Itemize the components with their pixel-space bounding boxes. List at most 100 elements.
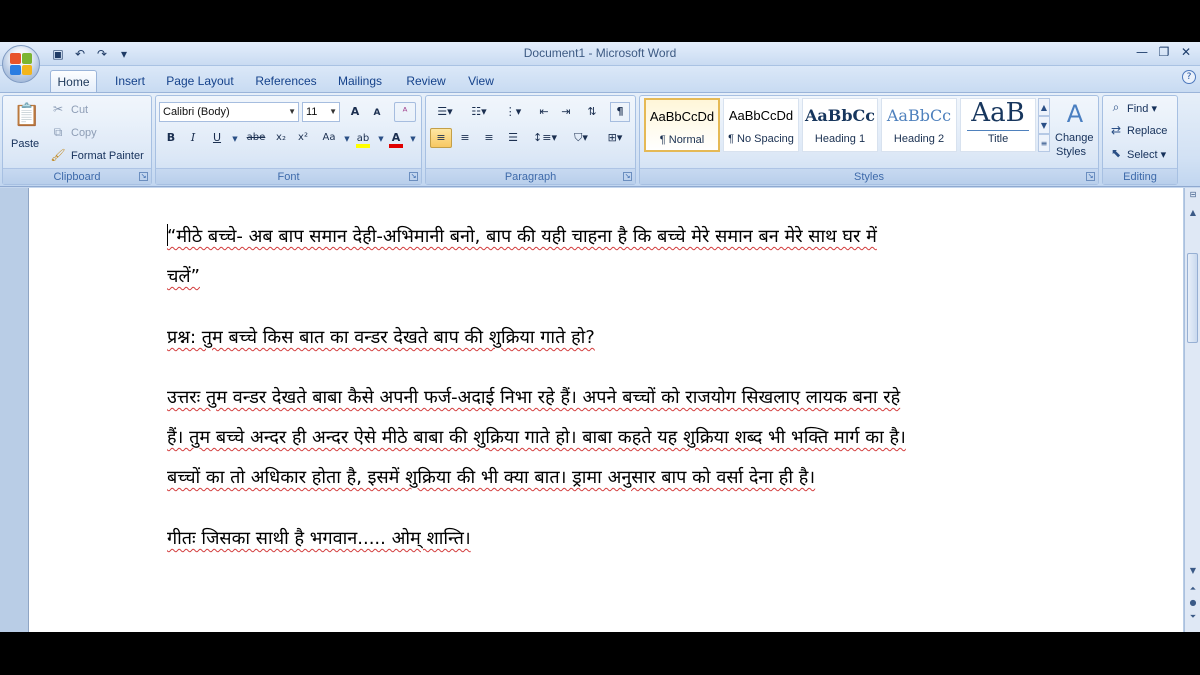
- next-page-icon[interactable]: ⏷: [1185, 612, 1200, 622]
- office-logo-icon: [10, 53, 32, 75]
- paragraph-3-line-3[interactable]: बच्चों का तो अधिकार होता है, इसमें शुक्र…: [167, 465, 815, 489]
- styles-scroll-up-icon[interactable]: ▲: [1038, 98, 1050, 116]
- style-preview: AaBbCcDd: [728, 108, 794, 123]
- font-color-button[interactable]: A: [386, 128, 406, 148]
- align-center-icon: ≡: [460, 131, 470, 144]
- find-button[interactable]: Find ▾: [1127, 102, 1157, 115]
- paste-icon[interactable]: 📋: [13, 102, 40, 130]
- line-spacing-icon: ↕≡▾: [533, 131, 557, 144]
- line-spacing-button[interactable]: ↕≡▾: [530, 128, 560, 148]
- font-size-select[interactable]: 11 ▼: [302, 102, 340, 122]
- shading-button[interactable]: ⛉▾: [566, 128, 596, 148]
- subscript-button[interactable]: x₂: [272, 128, 290, 148]
- tab-page-layout[interactable]: Page Layout: [160, 70, 240, 92]
- change-styles-label-1[interactable]: Change: [1055, 132, 1094, 144]
- multilevel-list-button[interactable]: ⋮▾: [498, 102, 528, 122]
- clipboard-launcher-icon[interactable]: ↘: [139, 172, 148, 181]
- tab-view[interactable]: View: [460, 70, 502, 92]
- align-right-button[interactable]: ≡: [478, 128, 500, 148]
- borders-button[interactable]: ⊞▾: [600, 128, 630, 148]
- align-right-icon: ≡: [484, 131, 494, 144]
- scroll-down-icon[interactable]: ▼: [1185, 566, 1200, 575]
- clear-formatting-button[interactable]: ᴬ: [394, 102, 416, 122]
- align-left-button[interactable]: ≡: [430, 128, 452, 148]
- paragraph-launcher-icon[interactable]: ↘: [623, 172, 632, 181]
- bullets-button[interactable]: ☰▾: [430, 102, 460, 122]
- tab-mailings[interactable]: Mailings: [330, 70, 390, 92]
- justify-button[interactable]: ☰: [502, 128, 524, 148]
- align-center-button[interactable]: ≡: [454, 128, 476, 148]
- paragraph-2[interactable]: प्रश्न: तुम बच्चे किस बात का वन्डर देखते…: [167, 325, 595, 349]
- italic-button[interactable]: I: [184, 128, 202, 148]
- scroll-thumb[interactable]: [1187, 253, 1198, 343]
- change-styles-label-2[interactable]: Styles: [1056, 146, 1086, 158]
- select-button[interactable]: Select ▾: [1127, 148, 1166, 161]
- close-icon[interactable]: ✕: [1176, 43, 1196, 61]
- tab-insert[interactable]: Insert: [106, 70, 154, 92]
- document-page[interactable]: “मीठे बच्चे- अब बाप समान देही-अभिमानी बन…: [28, 188, 1183, 632]
- clipboard-group: 📋 Paste ✂ Cut ⧉ Copy 🖌 Format Painter Cl…: [2, 95, 152, 185]
- paste-button[interactable]: Paste: [11, 138, 39, 150]
- numbering-button[interactable]: ☷▾: [464, 102, 494, 122]
- copy-icon[interactable]: ⧉: [49, 123, 67, 141]
- window-controls: — ❐ ✕: [1132, 43, 1196, 61]
- grow-font-button[interactable]: A: [346, 102, 364, 122]
- shrink-font-button[interactable]: A: [368, 103, 386, 123]
- highlight-button[interactable]: ab: [352, 128, 374, 148]
- styles-launcher-icon[interactable]: ↘: [1086, 172, 1095, 181]
- chevron-down-icon[interactable]: ▼: [226, 130, 244, 148]
- style-normal[interactable]: AaBbCcDd ¶ Normal: [644, 98, 720, 152]
- sort-icon: ⇅: [587, 105, 597, 118]
- style-heading-1[interactable]: AaBbCc Heading 1: [802, 98, 878, 152]
- superscript-button[interactable]: x²: [294, 128, 312, 148]
- styles-scroll-down-icon[interactable]: ▼: [1038, 116, 1050, 134]
- bold-button[interactable]: B: [162, 128, 180, 148]
- style-preview: AaB: [967, 99, 1029, 131]
- cut-button[interactable]: Cut: [71, 104, 88, 116]
- style-heading-2[interactable]: AaBbCc Heading 2: [881, 98, 957, 152]
- decrease-indent-icon: ⇤: [539, 105, 549, 118]
- paragraph-1-line-1[interactable]: “मीठे बच्चे- अब बाप समान देही-अभिमानी बन…: [167, 224, 877, 248]
- restore-icon[interactable]: ❐: [1154, 43, 1174, 61]
- style-name: Heading 2: [893, 133, 945, 145]
- previous-page-icon[interactable]: ⏶: [1185, 584, 1200, 594]
- format-painter-icon[interactable]: 🖌: [49, 146, 67, 164]
- styles-more-icon[interactable]: ≡: [1038, 134, 1050, 152]
- paragraph-group-label: Paragraph: [426, 168, 635, 184]
- style-preview: AaBbCc: [886, 106, 952, 125]
- replace-button[interactable]: Replace: [1127, 125, 1167, 137]
- minimize-icon[interactable]: —: [1132, 43, 1152, 61]
- strikethrough-button[interactable]: abe: [244, 128, 268, 148]
- copy-button[interactable]: Copy: [71, 127, 97, 139]
- scroll-up-icon[interactable]: ▲: [1185, 208, 1200, 217]
- font-color-icon: A: [389, 132, 403, 148]
- cut-icon[interactable]: ✂: [49, 100, 67, 118]
- decrease-indent-button[interactable]: ⇤: [534, 102, 554, 122]
- change-case-button[interactable]: Aa: [318, 128, 340, 148]
- sort-button[interactable]: ⇅: [582, 102, 602, 122]
- paragraph-3-line-1[interactable]: उत्तरः तुम वन्डर देखते बाबा कैसे अपनी फर…: [167, 385, 900, 409]
- font-family-select[interactable]: Calibri (Body) ▼: [159, 102, 299, 122]
- increase-indent-button[interactable]: ⇥: [556, 102, 576, 122]
- tab-home[interactable]: Home: [50, 70, 97, 92]
- font-launcher-icon[interactable]: ↘: [409, 172, 418, 181]
- style-title[interactable]: AaB Title: [960, 98, 1036, 152]
- ruler-toggle-icon[interactable]: ⊟: [1185, 190, 1200, 199]
- vertical-scrollbar[interactable]: ⊟ ▲ ▼ ⏶ ● ⏷: [1184, 188, 1200, 632]
- paragraph-4[interactable]: गीतः जिसका साथी है भगवान..... ओम् शान्ति…: [167, 526, 471, 550]
- office-button[interactable]: [2, 45, 40, 83]
- styles-group-label: Styles: [640, 168, 1098, 184]
- paragraph-3-line-2[interactable]: हैं। तुम बच्चे अन्दर ही अन्दर ऐसे मीठे ब…: [167, 425, 906, 449]
- increase-indent-icon: ⇥: [561, 105, 571, 118]
- tab-references[interactable]: References: [250, 70, 322, 92]
- help-icon[interactable]: ?: [1182, 70, 1196, 84]
- paragraph-1-line-2[interactable]: चलें”: [167, 264, 200, 288]
- format-painter-button[interactable]: Format Painter: [71, 150, 144, 162]
- show-marks-button[interactable]: ¶: [610, 102, 630, 122]
- chevron-down-icon[interactable]: ▼: [404, 130, 422, 148]
- change-styles-icon[interactable]: A: [1060, 100, 1090, 128]
- underline-button[interactable]: U: [208, 128, 226, 148]
- select-browse-object-icon[interactable]: ●: [1185, 598, 1200, 607]
- tab-review[interactable]: Review: [398, 70, 454, 92]
- style-no-spacing[interactable]: AaBbCcDd ¶ No Spacing: [723, 98, 799, 152]
